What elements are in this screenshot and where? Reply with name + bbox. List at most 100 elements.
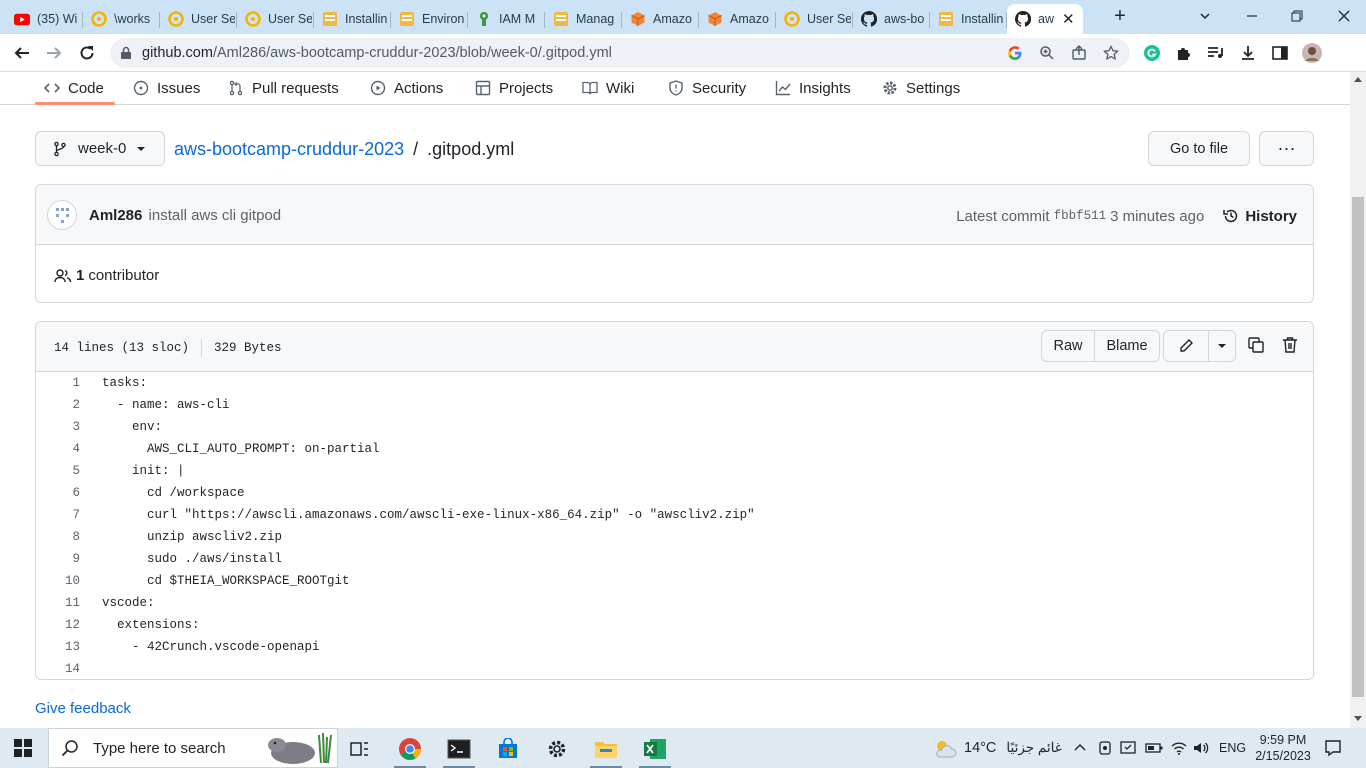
browser-tab[interactable]: Installin: [314, 4, 391, 34]
browser-tab[interactable]: (35) Wi: [6, 4, 83, 34]
give-feedback-link[interactable]: Give feedback: [35, 700, 131, 717]
tab-wiki[interactable]: Wiki: [582, 72, 634, 104]
browser-tab[interactable]: User Se: [160, 4, 237, 34]
browser-tab[interactable]: aws-bo: [853, 4, 930, 34]
tab-settings[interactable]: Settings: [882, 72, 960, 104]
browser-tab[interactable]: User Se: [237, 4, 314, 34]
google-icon[interactable]: [1006, 44, 1024, 62]
browser-tab[interactable]: Manag: [545, 4, 622, 34]
line-number[interactable]: 1: [36, 376, 80, 390]
tab-search-icon[interactable]: [1193, 5, 1217, 27]
show-hidden-icons[interactable]: [1073, 728, 1087, 768]
download-icon[interactable]: [1237, 42, 1259, 64]
minimize-icon[interactable]: [1240, 5, 1264, 27]
windows-start-icon[interactable]: [14, 739, 32, 757]
wifi-icon[interactable]: [1170, 728, 1188, 768]
line-number[interactable]: 14: [36, 662, 80, 676]
extensions-puzzle-icon[interactable]: [1173, 42, 1195, 64]
scroll-down-arrow[interactable]: [1354, 716, 1362, 722]
browser-tab[interactable]: IAM M: [468, 4, 545, 34]
raw-label: Raw: [1053, 338, 1083, 354]
tray-app-icon-2[interactable]: [1120, 728, 1138, 768]
commit-message[interactable]: install aws cli gitpod: [149, 207, 282, 224]
line-number[interactable]: 6: [36, 486, 80, 500]
store-taskbar-icon[interactable]: [488, 732, 528, 766]
address-bar[interactable]: github.com/Aml286/aws-bootcamp-cruddur-2…: [110, 38, 1130, 68]
weather-widget[interactable]: 14°C غائم جزئيًا: [932, 728, 1062, 768]
forward-arrow-icon[interactable]: [43, 42, 65, 64]
line-number[interactable]: 5: [36, 464, 80, 478]
new-tab-button[interactable]: +: [1110, 6, 1130, 26]
reading-list-icon[interactable]: [1204, 42, 1226, 64]
line-number[interactable]: 2: [36, 398, 80, 412]
contributors[interactable]: 1 contributor: [54, 267, 159, 284]
line-number[interactable]: 11: [36, 596, 80, 610]
line-number[interactable]: 7: [36, 508, 80, 522]
browser-tab[interactable]: User Se: [776, 4, 853, 34]
repo-link[interactable]: aws-bootcamp-cruddur-2023: [174, 139, 404, 159]
tab-pull-requests[interactable]: Pull requests: [228, 72, 339, 104]
line-number[interactable]: 13: [36, 640, 80, 654]
restore-icon[interactable]: [1285, 5, 1309, 27]
clock[interactable]: 9:59 PM 2/15/2023: [1255, 728, 1311, 768]
tray-app-icon-1[interactable]: [1098, 728, 1112, 768]
trash-icon[interactable]: [1281, 336, 1299, 354]
line-number[interactable]: 8: [36, 530, 80, 544]
browser-tab[interactable]: aw ✕: [1007, 4, 1083, 34]
lock-icon[interactable]: [120, 46, 132, 60]
more-options-button[interactable]: ···: [1259, 131, 1314, 166]
blame-button[interactable]: Blame: [1094, 330, 1160, 362]
branch-selector[interactable]: week-0: [35, 131, 165, 166]
browser-tab[interactable]: \works: [83, 4, 160, 34]
settings-taskbar-icon[interactable]: [537, 732, 577, 766]
close-window-icon[interactable]: [1332, 5, 1356, 27]
tab-code[interactable]: Code: [44, 72, 104, 104]
commit-author[interactable]: Aml286: [89, 207, 142, 224]
back-arrow-icon[interactable]: [11, 42, 33, 64]
task-view-icon[interactable]: [340, 732, 380, 766]
file-explorer-taskbar-icon[interactable]: [586, 732, 626, 768]
scroll-up-arrow[interactable]: [1354, 76, 1362, 82]
tab-label: Settings: [906, 79, 961, 97]
line-number[interactable]: 10: [36, 574, 80, 588]
tab-actions[interactable]: Actions: [370, 72, 443, 104]
excel-taskbar-icon[interactable]: [635, 732, 675, 768]
go-to-file-button[interactable]: Go to file: [1148, 131, 1250, 166]
commit-sha[interactable]: fbbf511: [1054, 209, 1107, 223]
tab-projects[interactable]: Projects: [475, 72, 553, 104]
avatar[interactable]: [47, 200, 77, 230]
scrollbar-thumb[interactable]: [1352, 197, 1364, 697]
close-tab-icon[interactable]: ✕: [1062, 10, 1075, 28]
line-number[interactable]: 9: [36, 552, 80, 566]
taskbar-search-box[interactable]: Type here to search: [48, 728, 338, 768]
browser-tab[interactable]: Environ: [391, 4, 468, 34]
volume-icon[interactable]: [1192, 728, 1210, 768]
reload-icon[interactable]: [76, 42, 98, 64]
side-panel-icon[interactable]: [1269, 42, 1291, 64]
tab-security[interactable]: Security: [668, 72, 746, 104]
terminal-taskbar-icon[interactable]: [439, 732, 479, 768]
bookmark-star-icon[interactable]: [1102, 44, 1120, 62]
chrome-taskbar-icon[interactable]: [390, 732, 430, 768]
page-scrollbar[interactable]: [1350, 72, 1366, 728]
notifications-icon[interactable]: [1324, 728, 1342, 768]
history-link[interactable]: History: [1222, 207, 1297, 225]
line-number[interactable]: 3: [36, 420, 80, 434]
copy-icon[interactable]: [1247, 336, 1265, 354]
raw-button[interactable]: Raw: [1041, 330, 1095, 362]
edit-dropdown-button[interactable]: [1208, 330, 1236, 362]
battery-icon[interactable]: [1145, 728, 1163, 768]
tab-insights[interactable]: Insights: [775, 72, 851, 104]
edit-file-button[interactable]: [1163, 330, 1209, 362]
browser-tab[interactable]: Amazo: [622, 4, 699, 34]
line-number[interactable]: 12: [36, 618, 80, 632]
tab-issues[interactable]: Issues: [133, 72, 200, 104]
language-indicator[interactable]: ENG: [1219, 728, 1246, 768]
zoom-icon[interactable]: [1038, 44, 1056, 62]
profile-avatar[interactable]: [1301, 42, 1323, 64]
line-number[interactable]: 4: [36, 442, 80, 456]
browser-tab[interactable]: Amazo: [699, 4, 776, 34]
browser-tab[interactable]: Installin: [930, 4, 1007, 34]
share-icon[interactable]: [1070, 44, 1088, 62]
grammarly-icon[interactable]: [1141, 42, 1163, 64]
